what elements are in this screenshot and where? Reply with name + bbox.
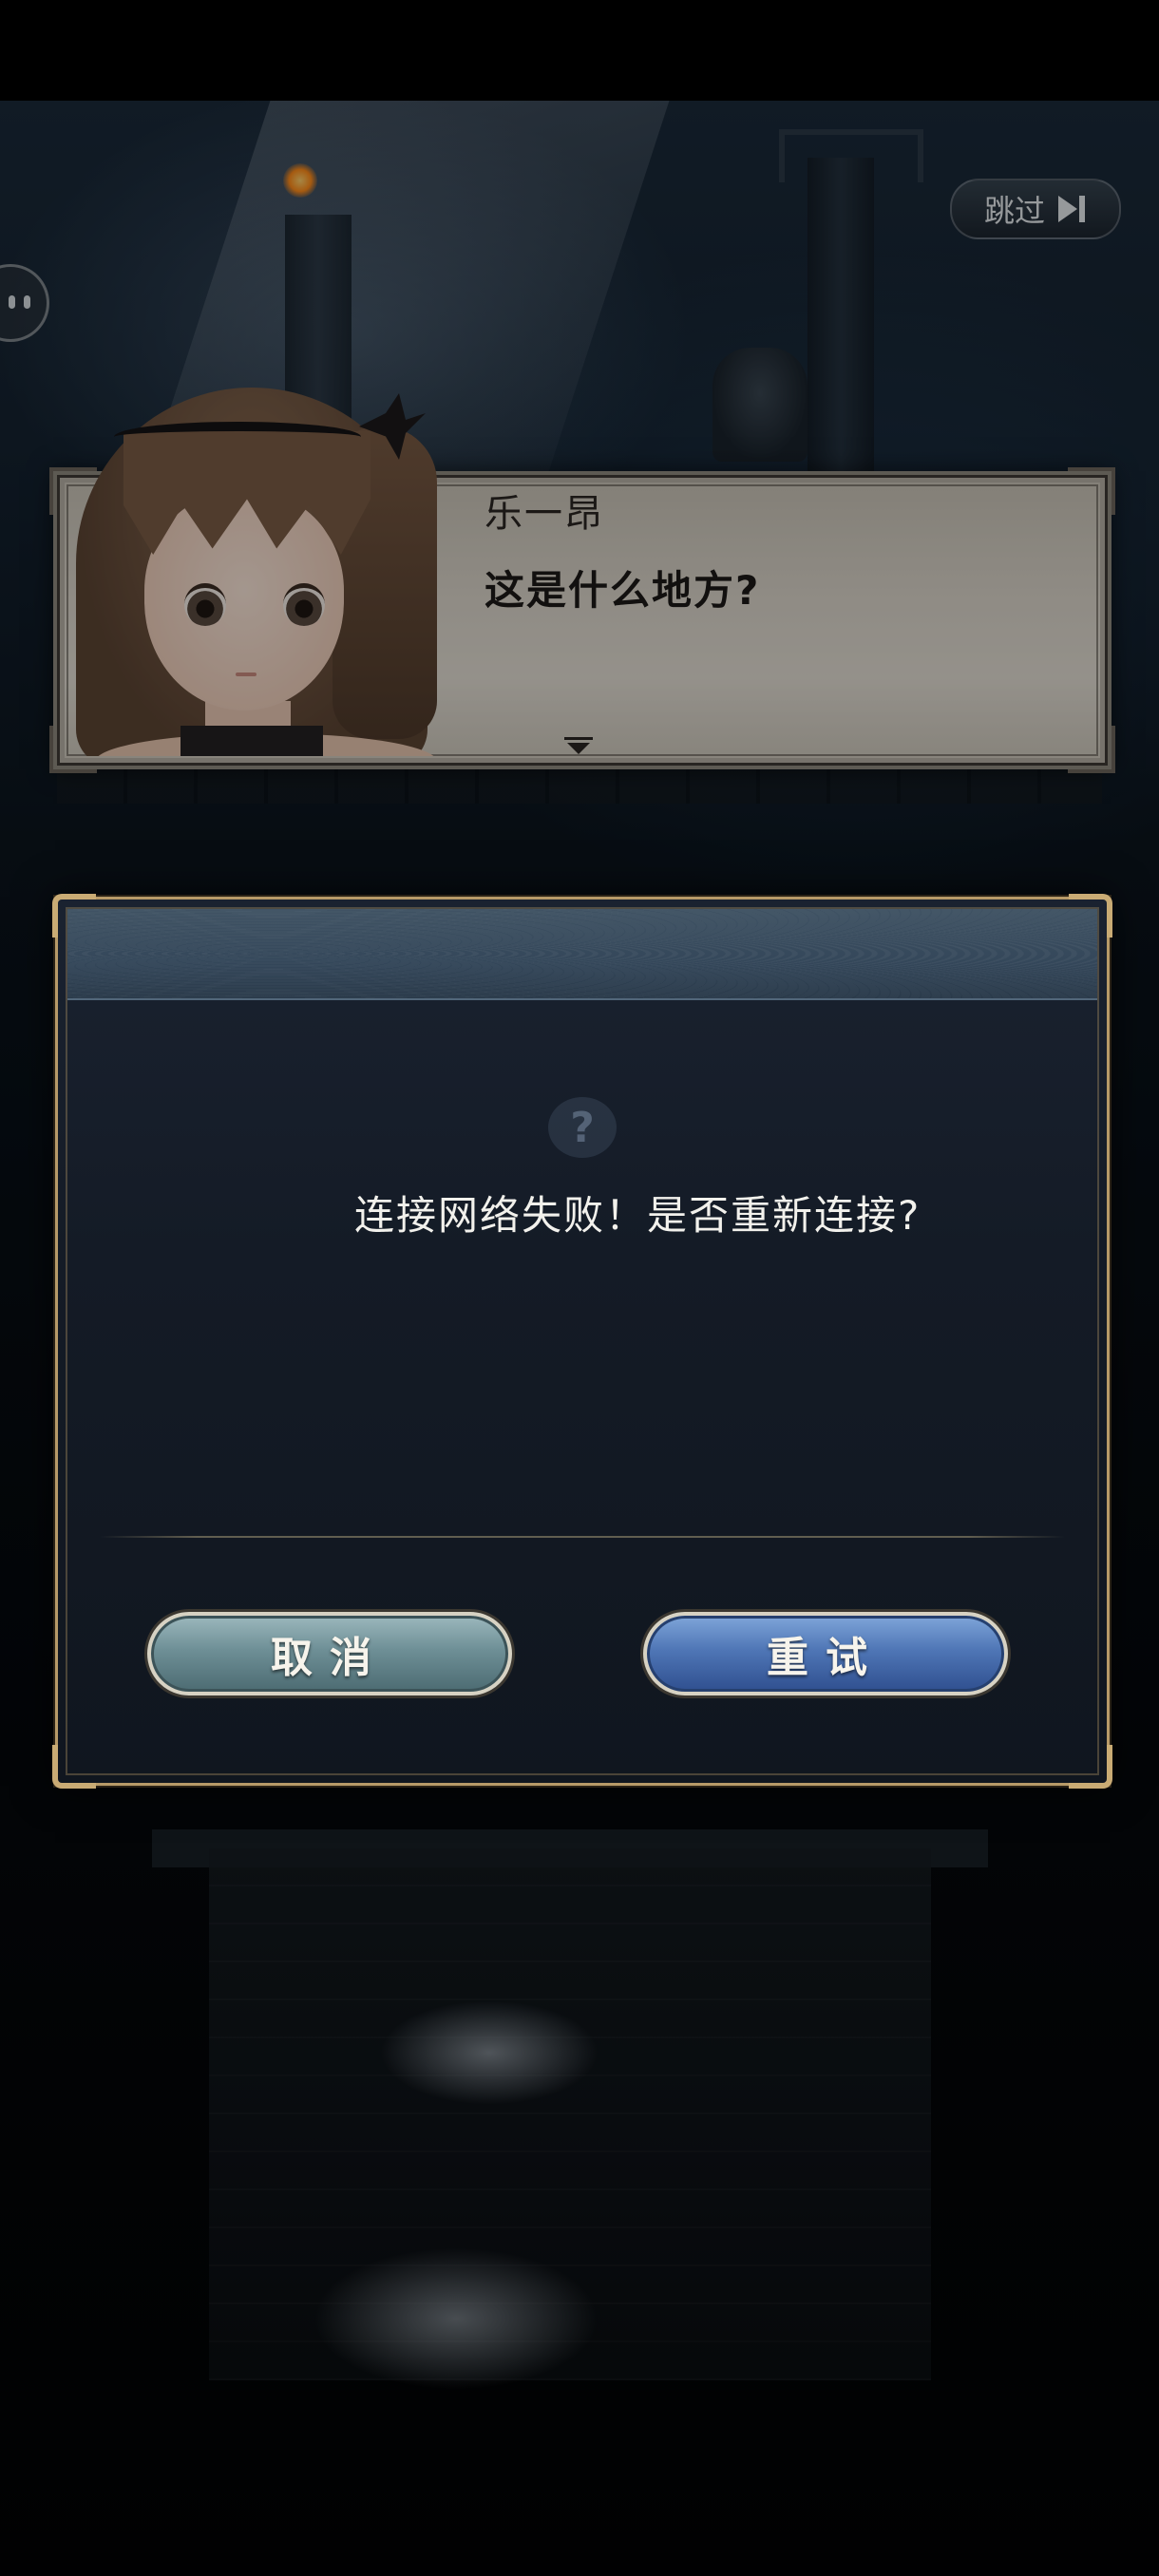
dialog-header (67, 909, 1097, 1000)
game-screen: 跳过 乐一昂 这是什么地方? ? 连接网络失败！是否重新连接? 取消 重试 (0, 0, 1159, 2576)
question-icon: ? (548, 1097, 617, 1158)
network-error-dialog: ? 连接网络失败！是否重新连接? 取消 重试 (52, 894, 1112, 1789)
cancel-label: 取消 (271, 1634, 389, 1682)
dialog-corner-ornament (1069, 1745, 1112, 1789)
retry-label: 重试 (767, 1634, 884, 1682)
cancel-button[interactable]: 取消 (147, 1612, 512, 1695)
dialog-message: 连接网络失败！是否重新连接? (354, 1192, 922, 1239)
dialog-corner-ornament (52, 894, 96, 938)
dialog-corner-ornament (1069, 894, 1112, 938)
dialog-divider (100, 1536, 1065, 1538)
retry-button[interactable]: 重试 (643, 1612, 1008, 1695)
dialog-corner-ornament (52, 1745, 96, 1789)
